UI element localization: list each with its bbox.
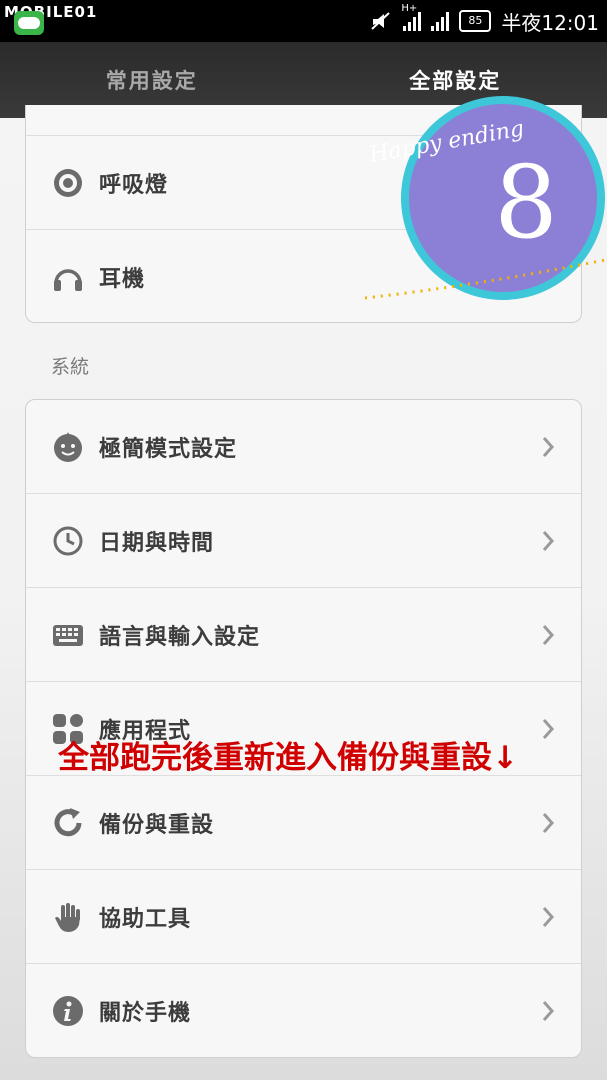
chevron-right-icon	[542, 812, 555, 833]
settings-item-label: 耳機	[99, 266, 146, 292]
signal-strength-icon	[431, 11, 450, 31]
settings-item-label: 關於手機	[99, 1000, 192, 1026]
settings-item-headphones[interactable]: 耳機	[26, 230, 581, 322]
chevron-right-icon	[542, 906, 555, 927]
annotation-text: 全部跑完後重新進入備份與重設↓	[58, 740, 518, 776]
chevron-right-icon	[542, 718, 555, 739]
status-bar: MOBILE01 H+ 85 半夜12:01	[0, 0, 607, 42]
hand-icon	[55, 902, 80, 932]
keyboard-icon	[53, 624, 83, 646]
battery-icon: 85	[459, 10, 492, 32]
settings-item-simple-mode[interactable]: 極簡模式設定	[26, 400, 581, 494]
settings-item-date-time[interactable]: 日期與時間	[26, 494, 581, 588]
settings-item-label: 呼吸燈	[99, 172, 169, 198]
settings-item-backup-reset[interactable]: 備份與重設	[26, 776, 581, 870]
mobile-signal-icon: H+	[401, 3, 422, 31]
mute-icon	[371, 12, 391, 30]
line-app-icon	[14, 11, 44, 35]
settings-item-label: 語言與輸入設定	[99, 624, 261, 650]
backup-reset-icon	[54, 807, 82, 836]
settings-item-label: 日期與時間	[99, 530, 215, 556]
settings-item-label: 協助工具	[99, 906, 192, 932]
settings-item-accessibility[interactable]: 協助工具	[26, 870, 581, 964]
status-clock: 半夜12:01	[501, 10, 599, 35]
simple-mode-icon	[54, 431, 82, 462]
notification-light-icon	[54, 168, 82, 197]
system-settings-card: 極簡模式設定 日期與時間 語言與輸入設定 應用程式 備份與重設 協助工具 關於手…	[25, 399, 582, 1058]
chevron-right-icon	[542, 1000, 555, 1021]
settings-item-about-phone[interactable]: 關於手機	[26, 964, 581, 1057]
info-icon	[53, 995, 83, 1026]
settings-item-label: 備份與重設	[99, 812, 215, 838]
section-header-system: 系統	[51, 356, 90, 378]
chevron-right-icon	[542, 624, 555, 645]
device-settings-card: 呼吸燈 耳機	[25, 105, 582, 323]
settings-item-label: 極簡模式設定	[99, 436, 238, 462]
settings-item-notification-light[interactable]: 呼吸燈	[26, 136, 581, 230]
clock-icon	[53, 526, 83, 555]
chevron-right-icon	[542, 530, 555, 551]
chevron-right-icon	[542, 436, 555, 457]
network-type-label: H+	[401, 3, 418, 14]
headphones-icon	[54, 268, 82, 291]
settings-item-language-input[interactable]: 語言與輸入設定	[26, 588, 581, 682]
